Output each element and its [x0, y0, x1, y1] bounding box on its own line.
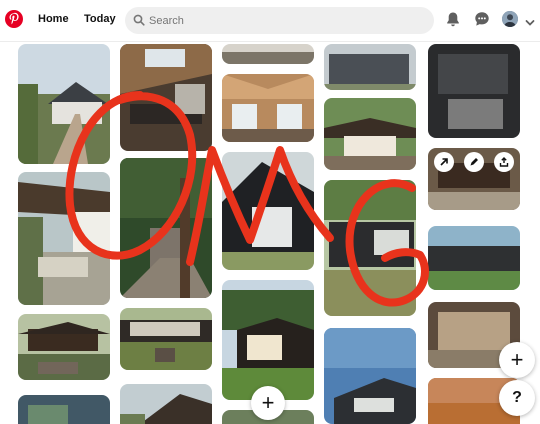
pin-image[interactable]	[222, 152, 314, 270]
pin-image[interactable]	[120, 158, 212, 298]
pinterest-logo[interactable]	[5, 10, 23, 28]
pin-image[interactable]	[222, 74, 314, 142]
pin-image[interactable]	[120, 384, 212, 424]
pin-image[interactable]	[18, 172, 110, 305]
pin-image[interactable]	[18, 395, 110, 424]
pin-image[interactable]	[428, 44, 520, 138]
top-nav-bar: Home Today	[0, 0, 540, 42]
chevron-down-icon[interactable]	[525, 14, 535, 32]
edit-icon[interactable]	[464, 152, 484, 172]
pin-image[interactable]	[428, 226, 520, 290]
search-input[interactable]	[149, 11, 419, 30]
send-icon[interactable]	[434, 152, 454, 172]
pin-image[interactable]	[222, 44, 314, 64]
avatar[interactable]	[502, 11, 518, 27]
pin-image[interactable]	[18, 44, 110, 164]
pin-image[interactable]	[222, 280, 314, 400]
nav-today[interactable]: Today	[84, 13, 116, 25]
pin-image[interactable]	[324, 98, 416, 170]
share-icon[interactable]	[494, 152, 514, 172]
pin-actions	[430, 152, 520, 174]
pin-image[interactable]	[18, 314, 110, 380]
pin-image[interactable]	[324, 180, 416, 316]
pin-image[interactable]	[120, 44, 212, 151]
create-button[interactable]: +	[499, 342, 535, 378]
pin-image[interactable]	[120, 308, 212, 370]
pin-image[interactable]	[324, 328, 416, 424]
add-pin-button[interactable]: +	[251, 386, 285, 420]
chat-icon[interactable]	[474, 11, 490, 32]
nav-home[interactable]: Home	[38, 13, 69, 25]
pin-feed	[0, 42, 540, 424]
bell-icon[interactable]	[445, 11, 461, 33]
help-button[interactable]: ?	[499, 380, 535, 416]
search-bar[interactable]	[125, 7, 434, 34]
pin-image[interactable]	[324, 44, 416, 90]
search-icon	[133, 13, 145, 31]
